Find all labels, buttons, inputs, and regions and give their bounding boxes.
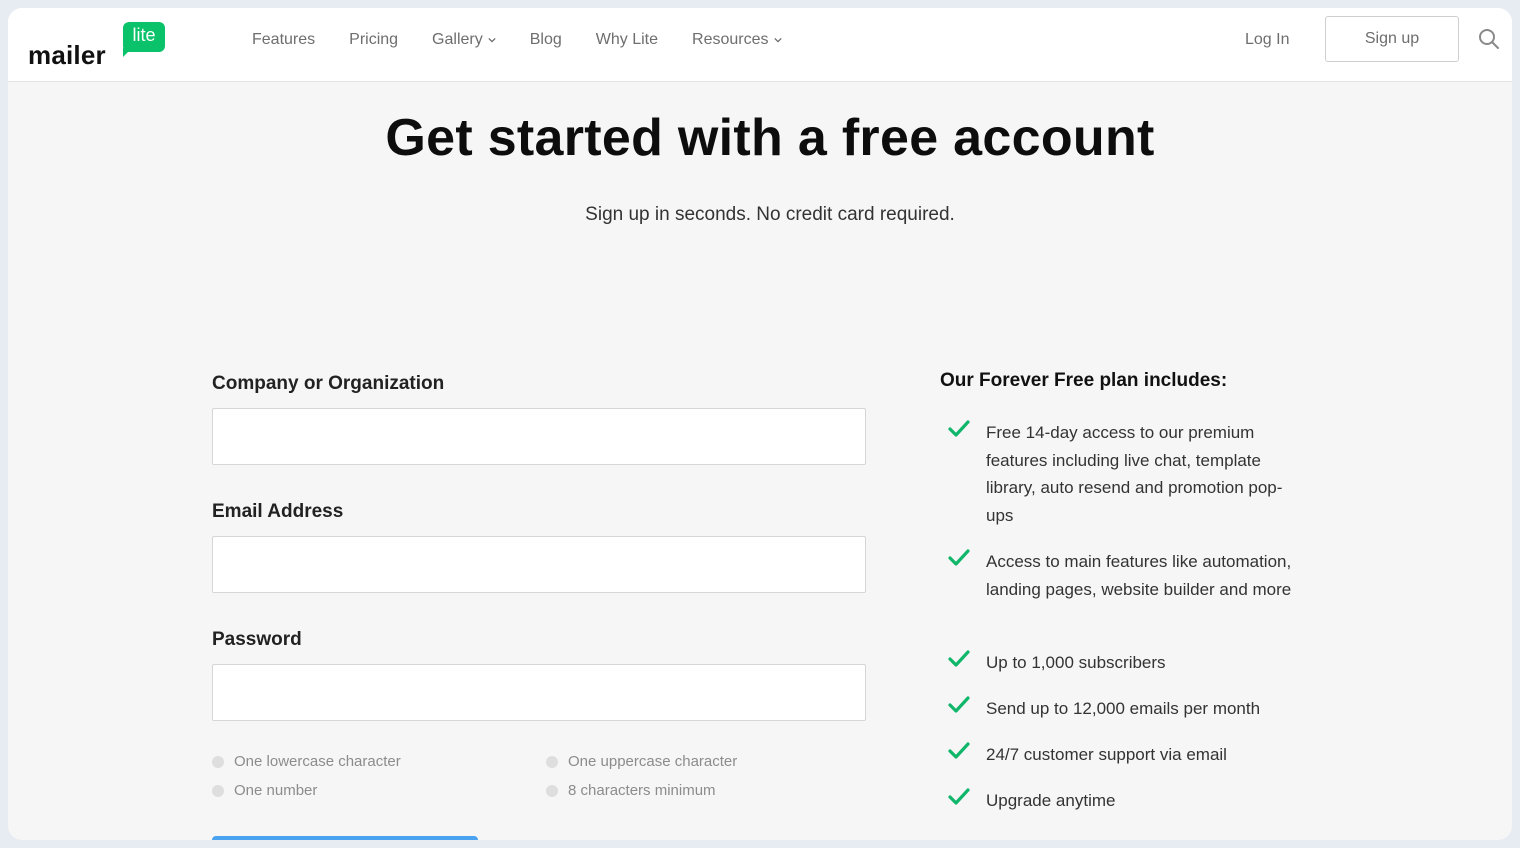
requirement-status-dot [546, 755, 558, 768]
requirement-status-dot [546, 784, 558, 797]
password-requirement: One number [212, 782, 317, 799]
checkmark-icon [948, 650, 970, 667]
checkmark-icon [948, 742, 970, 759]
nav-gallery[interactable]: Gallery [432, 30, 496, 50]
mailerlite-logo[interactable]: mailer lite [28, 20, 178, 70]
page-title: Get started with a free account [385, 109, 1155, 167]
requirement-text: One lowercase character [234, 753, 401, 770]
password-requirement: One lowercase character [212, 753, 401, 770]
requirement-text: 8 characters minimum [568, 782, 716, 799]
checkmark-icon [948, 549, 970, 566]
logo-badge-tail [123, 48, 132, 57]
nav-features[interactable]: Features [252, 30, 315, 50]
logo-wordmark: mailer [28, 40, 106, 70]
search-icon[interactable] [1478, 28, 1500, 50]
page-subtitle: Sign up in seconds. No credit card requi… [585, 204, 955, 225]
plan-feature-text: Access to main features like automation,… [986, 552, 1292, 599]
nav-label: Gallery [432, 31, 483, 48]
company-input[interactable] [212, 408, 866, 465]
checkmark-icon [948, 788, 970, 805]
nav-blog[interactable]: Blog [530, 30, 562, 50]
main-nav: Features Pricing Gallery Blog Why Lite R… [252, 30, 816, 50]
nav-label: Pricing [349, 31, 399, 48]
browser-frame: mailer lite Features Pricing Gallery Blo… [8, 8, 1512, 840]
checkmark-icon [948, 420, 970, 437]
plan-feature-text: 24/7 customer support via email [986, 745, 1227, 764]
nav-label: Resources [692, 31, 769, 48]
plan-feature-text: Free 14-day access to our premium featur… [986, 423, 1283, 525]
nav-label: Blog [529, 31, 562, 48]
company-label: Company or Organization [212, 373, 445, 394]
submit-button[interactable] [212, 836, 478, 840]
signup-button[interactable]: Sign up [1325, 16, 1459, 62]
password-requirement: 8 characters minimum [546, 782, 716, 799]
password-input[interactable] [212, 664, 866, 721]
nav-resources[interactable]: Resources [692, 30, 782, 50]
plan-feature-text: Upgrade anytime [986, 791, 1116, 810]
login-link[interactable]: Log In [1245, 30, 1289, 50]
checkmark-icon [948, 696, 970, 713]
requirement-text: One uppercase character [568, 753, 738, 770]
nav-label: Features [252, 31, 316, 48]
plan-title: Our Forever Free plan includes: [940, 370, 1228, 391]
nav-pricing[interactable]: Pricing [349, 30, 398, 50]
requirement-status-dot [212, 784, 224, 797]
plan-feature-text: Send up to 12,000 emails per month [986, 699, 1261, 718]
email-input[interactable] [212, 536, 866, 593]
password-label: Password [212, 629, 302, 650]
chevron-down-icon [488, 37, 496, 43]
email-label: Email Address [212, 501, 344, 522]
nav-why-lite[interactable]: Why Lite [596, 30, 658, 50]
nav-label: Why Lite [595, 31, 659, 48]
site-header: mailer lite Features Pricing Gallery Blo… [8, 8, 1512, 82]
password-requirement: One uppercase character [546, 753, 737, 770]
requirement-text: One number [234, 782, 318, 799]
chevron-down-icon [773, 37, 782, 43]
requirement-status-dot [212, 755, 224, 768]
plan-feature-text: Up to 1,000 subscribers [986, 653, 1166, 672]
